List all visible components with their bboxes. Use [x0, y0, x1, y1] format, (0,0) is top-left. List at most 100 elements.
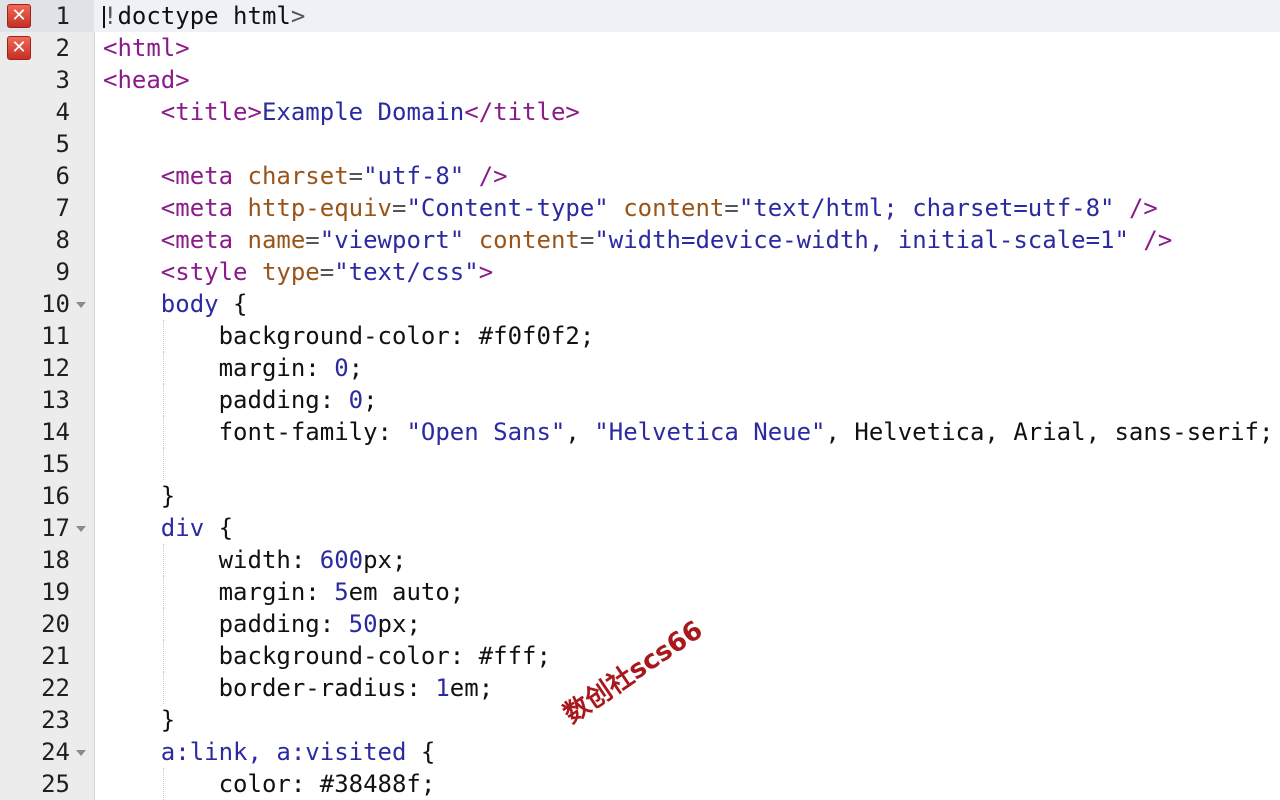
line-code[interactable]: background-color: #fff; — [103, 640, 551, 672]
line-code[interactable]: margin: 0; — [103, 352, 364, 384]
code-token: "width=device-width, initial-scale=1" — [594, 226, 1129, 254]
line-number: 20 — [41, 610, 70, 638]
code-line[interactable]: 8 <meta name="viewport" content="width=d… — [0, 224, 1280, 256]
code-editor[interactable]: ✕ 1 !doctype html> ✕ 2 <html> 3 <head> 4 <title>… — [0, 0, 1280, 800]
code-token: px; — [377, 610, 421, 638]
code-token: <title> — [160, 98, 262, 126]
code-token: margin: — [103, 578, 335, 606]
line-code[interactable]: margin: 5em auto; — [103, 576, 465, 608]
line-code[interactable]: padding: 50px; — [103, 608, 421, 640]
line-code[interactable]: !doctype html> — [103, 0, 305, 32]
code-token: "utf-8" — [363, 162, 465, 190]
line-code[interactable]: a:link, a:visited { — [103, 736, 436, 768]
code-line[interactable]: 16 } — [0, 480, 1280, 512]
line-code[interactable]: <meta charset="utf-8" /> — [103, 160, 508, 192]
code-token: a:link, a:visited — [160, 738, 407, 766]
code-token: px; — [363, 546, 407, 574]
line-code[interactable]: color: #38488f; — [103, 768, 436, 800]
code-line[interactable]: 4 <title>Example Domain</title> — [0, 96, 1280, 128]
code-line[interactable]: ✕ 1 !doctype html> — [0, 0, 1280, 32]
code-line[interactable]: 18 width: 600px; — [0, 544, 1280, 576]
code-token: 1 — [435, 674, 450, 702]
code-token: padding: — [103, 386, 349, 414]
code-line[interactable]: 13 padding: 0; — [0, 384, 1280, 416]
line-code[interactable]: width: 600px; — [103, 544, 407, 576]
line-code[interactable]: font-family: "Open Sans", "Helvetica Neu… — [103, 416, 1274, 448]
fold-arrow-icon[interactable] — [76, 750, 86, 756]
line-code[interactable]: div { — [103, 512, 233, 544]
line-code[interactable]: background-color: #f0f0f2; — [103, 320, 595, 352]
line-number: 16 — [41, 482, 70, 510]
line-code[interactable]: border-radius: 1em; — [103, 672, 494, 704]
code-token: } — [103, 706, 176, 734]
code-token: 50 — [348, 610, 378, 638]
line-code[interactable]: } — [103, 480, 175, 512]
code-token: charset — [247, 162, 349, 190]
code-token: content — [478, 226, 580, 254]
code-token: ! — [103, 2, 118, 30]
code-token: "Content-type" — [406, 194, 609, 222]
code-line[interactable]: 6 <meta charset="utf-8" /> — [0, 160, 1280, 192]
code-token: = — [305, 226, 320, 254]
code-token: font-family: — [103, 418, 407, 446]
line-number: 9 — [55, 258, 70, 286]
fold-arrow-icon[interactable] — [76, 526, 86, 532]
line-number: 21 — [41, 642, 70, 670]
code-token: "text/html; charset=utf-8" — [738, 194, 1115, 222]
code-line[interactable]: 15 — [0, 448, 1280, 480]
fold-arrow-icon[interactable] — [76, 302, 86, 308]
code-line[interactable]: 25 color: #38488f; — [0, 768, 1280, 800]
code-token: background-color: #fff; — [103, 642, 551, 670]
line-code[interactable]: } — [103, 704, 175, 736]
code-line[interactable]: 23 } — [0, 704, 1280, 736]
code-line[interactable]: 11 background-color: #f0f0f2; — [0, 320, 1280, 352]
code-line[interactable]: 3 <head> — [0, 64, 1280, 96]
line-number: 12 — [41, 354, 70, 382]
line-code[interactable]: padding: 0; — [103, 384, 378, 416]
code-token: div — [160, 514, 205, 542]
code-line[interactable]: ✕ 2 <html> — [0, 32, 1280, 64]
code-token: > — [290, 2, 306, 30]
code-token: 0 — [334, 354, 349, 382]
line-code[interactable]: <title>Example Domain</title> — [103, 96, 580, 128]
line-code[interactable]: body { — [103, 288, 248, 320]
line-number: 24 — [41, 738, 70, 766]
code-token: http-equiv — [247, 194, 393, 222]
code-token: background-color: #f0f0f2; — [103, 322, 595, 350]
code-token: 5 — [334, 578, 349, 606]
code-token: 0 — [348, 386, 364, 414]
code-token: = — [348, 162, 364, 190]
line-code[interactable]: <style type="text/css"> — [103, 256, 493, 288]
line-number: 25 — [41, 770, 70, 798]
line-code[interactable]: <html> — [103, 32, 190, 64]
code-line[interactable]: 19 margin: 5em auto; — [0, 576, 1280, 608]
indent-guide — [162, 448, 164, 480]
line-code[interactable]: <meta http-equiv="Content-type" content=… — [103, 192, 1158, 224]
line-code[interactable]: <head> — [103, 64, 190, 96]
line-number: 1 — [55, 2, 70, 30]
line-number: 13 — [41, 386, 70, 414]
code-line[interactable]: 7 <meta http-equiv="Content-type" conten… — [0, 192, 1280, 224]
line-number: 8 — [55, 226, 70, 254]
code-line[interactable]: 20 padding: 50px; — [0, 608, 1280, 640]
line-number: 14 — [41, 418, 70, 446]
code-token: margin: — [103, 354, 335, 382]
code-token: /> — [1128, 226, 1173, 254]
code-line[interactable]: 17 div { — [0, 512, 1280, 544]
code-token: <style — [160, 258, 262, 286]
code-line[interactable]: 24 a:link, a:visited { — [0, 736, 1280, 768]
code-token: { — [218, 290, 248, 318]
line-number: 22 — [41, 674, 70, 702]
code-line[interactable]: 10 body { — [0, 288, 1280, 320]
code-line[interactable]: 12 margin: 0; — [0, 352, 1280, 384]
code-line[interactable]: 14 font-family: "Open Sans", "Helvetica … — [0, 416, 1280, 448]
code-token: } — [103, 482, 176, 510]
line-code[interactable]: <meta name="viewport" content="width=dev… — [103, 224, 1173, 256]
code-line[interactable]: 5 — [0, 128, 1280, 160]
code-line[interactable]: 9 <style type="text/css"> — [0, 256, 1280, 288]
